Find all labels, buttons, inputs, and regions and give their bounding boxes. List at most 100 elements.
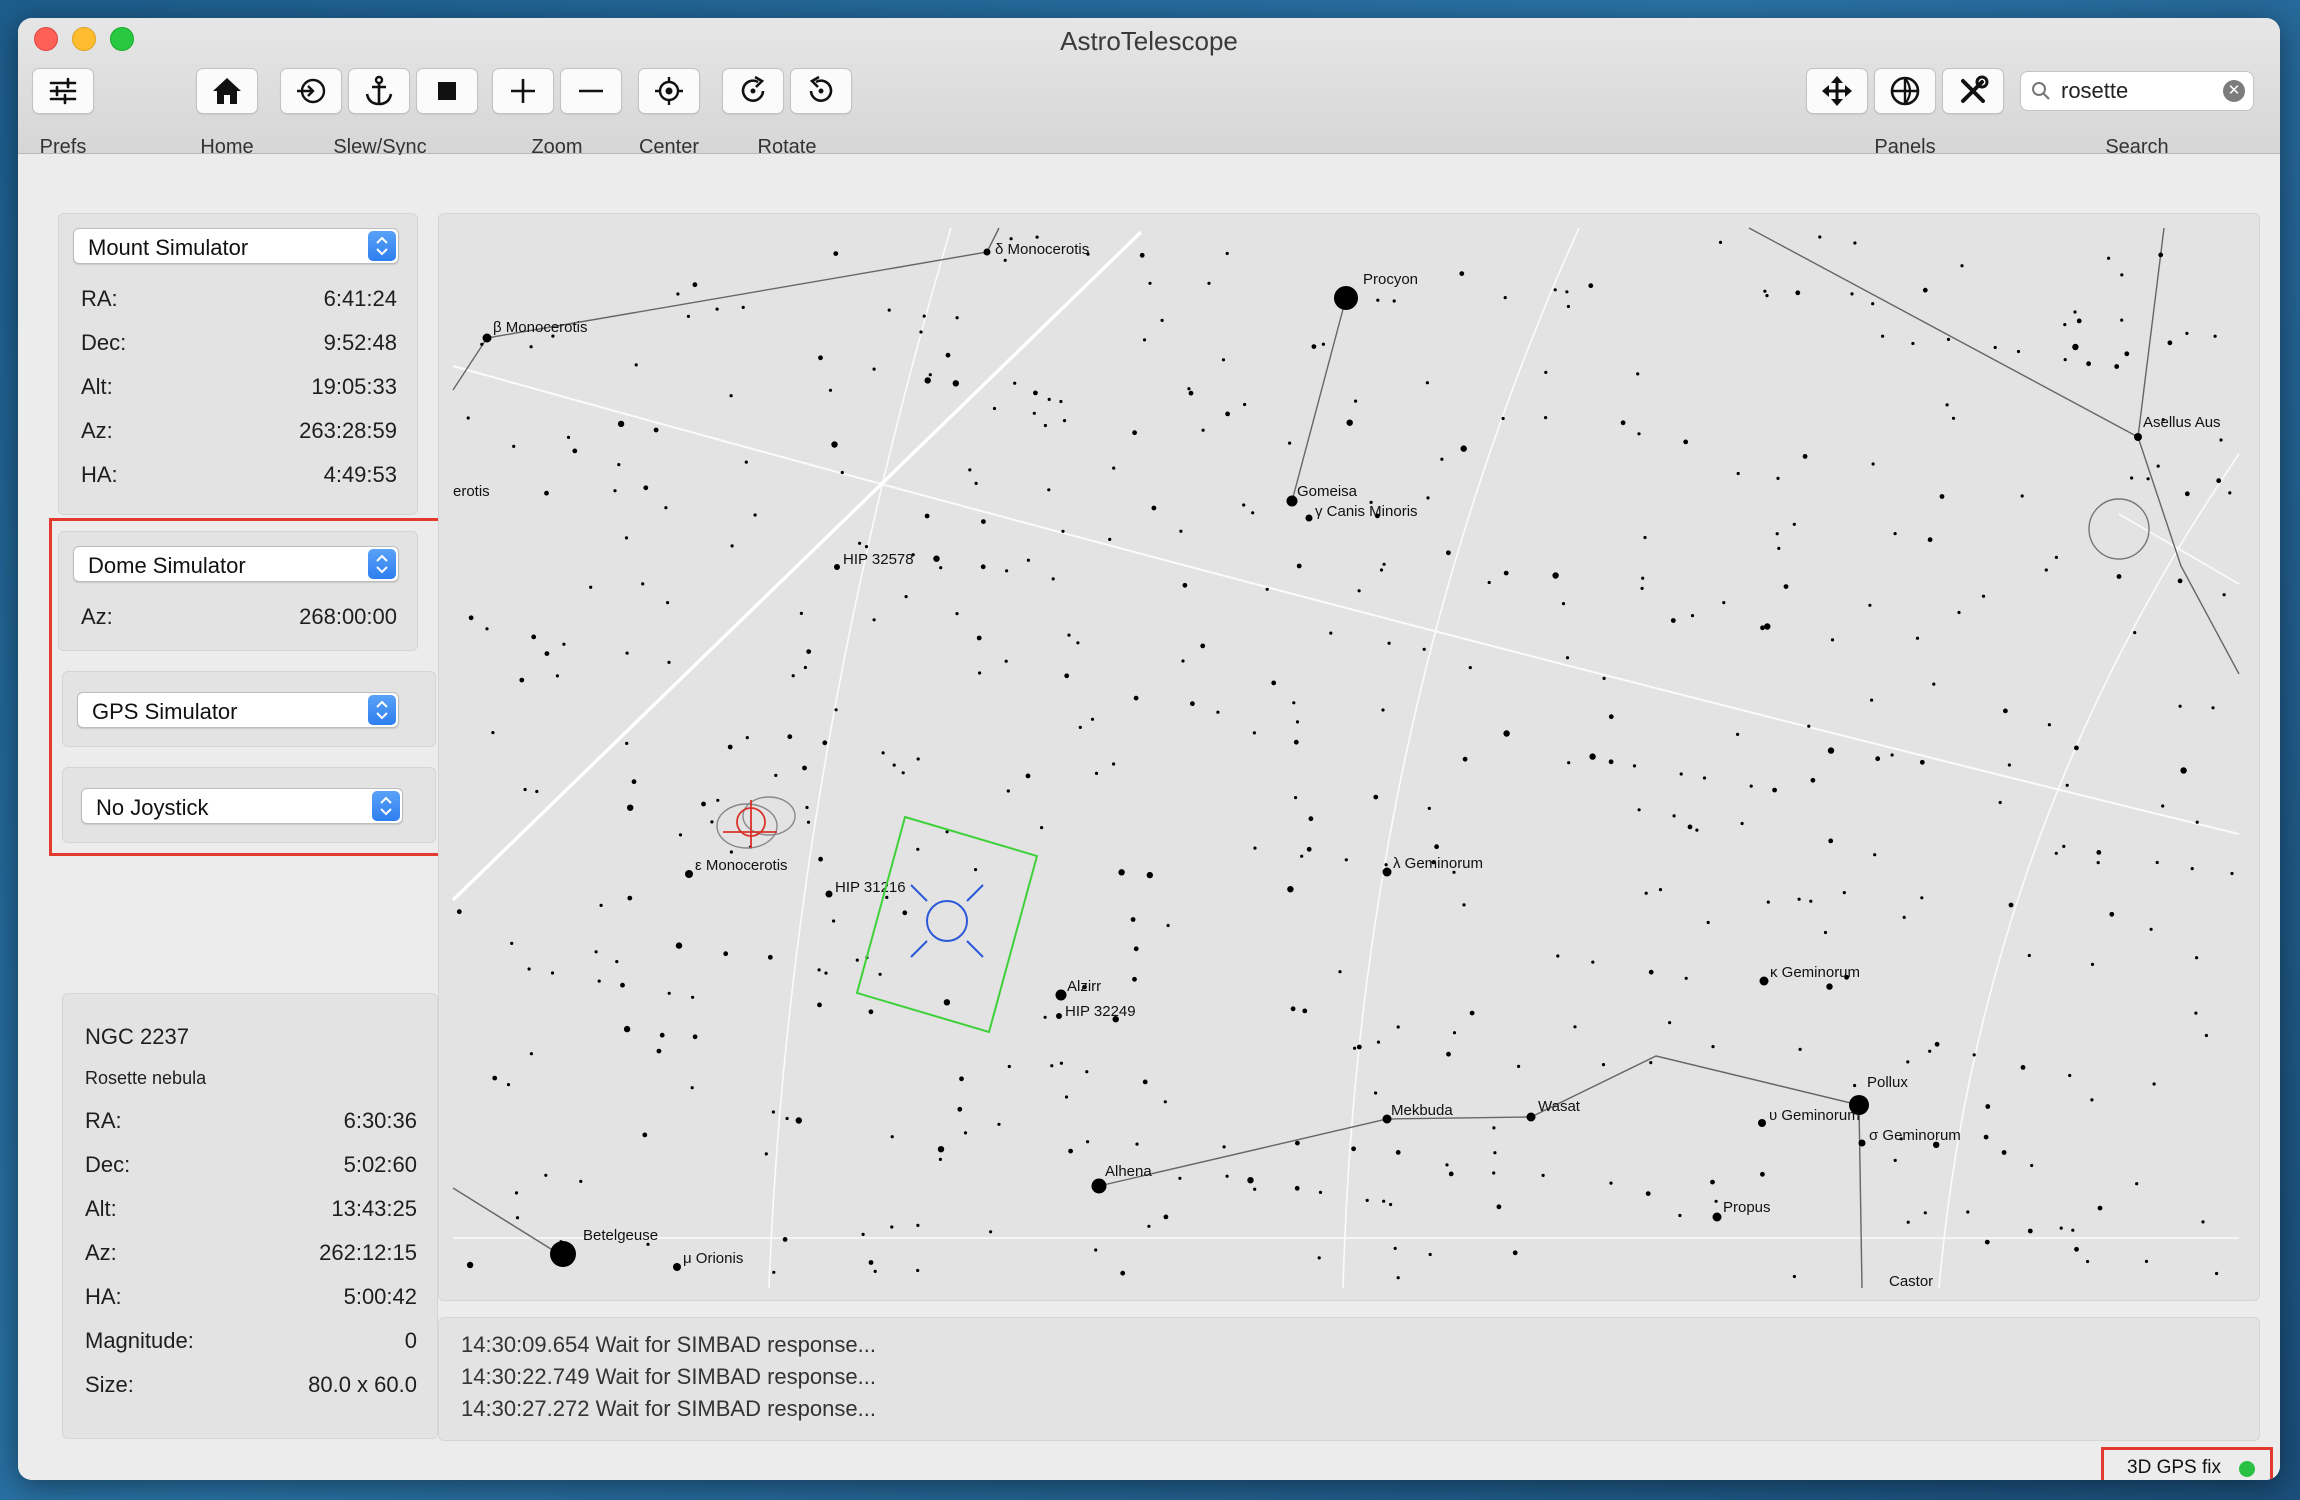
background-star xyxy=(868,1260,874,1265)
background-star xyxy=(686,314,690,318)
search-field[interactable]: rosette ✕ xyxy=(2020,71,2254,111)
background-star xyxy=(1160,318,1164,322)
background-star xyxy=(2228,491,2232,495)
background-star xyxy=(466,1261,474,1269)
background-star xyxy=(653,427,659,433)
rotate-ccw-button[interactable] xyxy=(790,68,852,114)
background-star xyxy=(787,734,793,740)
label-pollux: Pollux xyxy=(1867,1074,1908,1091)
background-star xyxy=(1373,794,1379,800)
background-star xyxy=(872,367,876,371)
background-star xyxy=(1300,854,1304,858)
background-star xyxy=(1927,537,1933,543)
background-star xyxy=(1090,717,1095,721)
background-star xyxy=(1772,787,1777,793)
background-star xyxy=(667,660,671,664)
stop-button[interactable] xyxy=(416,68,478,114)
background-star xyxy=(594,950,598,954)
background-star xyxy=(1365,1198,1369,1202)
background-star xyxy=(664,506,668,510)
background-star xyxy=(2086,1259,2090,1264)
background-star xyxy=(1311,344,1317,349)
zoom-in-button[interactable] xyxy=(492,68,554,114)
move-arrows-icon xyxy=(1822,76,1852,106)
background-star xyxy=(872,618,876,622)
background-star xyxy=(1722,601,1726,605)
background-star xyxy=(1902,915,1906,920)
background-star xyxy=(959,1076,964,1082)
background-star xyxy=(924,377,931,384)
background-star xyxy=(1710,1179,1715,1185)
star-chart[interactable]: Procyon δ Monocerotis β Monocerotis erot… xyxy=(439,214,2260,1301)
background-star xyxy=(1308,816,1314,822)
background-star xyxy=(491,731,495,735)
background-star xyxy=(1608,759,1614,765)
background-star xyxy=(1946,337,1951,341)
background-star xyxy=(1139,252,1145,258)
background-star xyxy=(1094,1248,1098,1252)
background-star xyxy=(1766,900,1770,904)
slew-button[interactable] xyxy=(280,68,342,114)
label-mekbuda: Mekbuda xyxy=(1391,1102,1453,1119)
background-star xyxy=(1151,505,1157,511)
background-star xyxy=(1351,1146,1356,1152)
background-star xyxy=(1389,1202,1393,1207)
rotate-cw-button[interactable] xyxy=(722,68,784,114)
background-star xyxy=(955,316,959,320)
zoom-out-button[interactable] xyxy=(560,68,622,114)
background-star xyxy=(642,1132,648,1138)
background-star xyxy=(955,612,959,616)
background-star xyxy=(1425,381,1429,385)
search-input[interactable]: rosette xyxy=(2061,78,2223,104)
background-star xyxy=(1890,753,1894,757)
background-star xyxy=(1934,1041,1940,1047)
background-star xyxy=(1200,643,1206,649)
slew-target-icon xyxy=(297,78,326,104)
background-star xyxy=(1670,618,1676,623)
background-star xyxy=(1112,466,1116,470)
center-button[interactable] xyxy=(638,68,700,114)
mount-device-select[interactable]: Mount Simulator xyxy=(73,228,399,264)
globe-panel-button[interactable] xyxy=(1874,68,1936,114)
background-star xyxy=(1059,1061,1063,1065)
move-panel-button[interactable] xyxy=(1806,68,1868,114)
log-line: 14:30:27.272 Wait for SIMBAD response... xyxy=(461,1396,876,1421)
sliders-icon xyxy=(49,77,77,105)
target-ha-row: HA: 5:00:42 xyxy=(85,1284,417,1309)
background-star xyxy=(1251,511,1255,515)
background-star xyxy=(666,601,670,605)
mount-az-row: Az: 263:28:59 xyxy=(81,418,397,443)
background-star xyxy=(456,909,462,915)
background-star xyxy=(1981,594,1986,598)
background-star xyxy=(1329,631,1333,635)
background-star xyxy=(2120,273,2124,277)
background-star xyxy=(2076,318,2082,324)
star-chart-panel[interactable]: Procyon δ Monocerotis β Monocerotis erot… xyxy=(438,213,2260,1301)
background-star xyxy=(2063,323,2067,327)
background-star xyxy=(834,708,838,712)
background-star xyxy=(1687,824,1693,830)
background-star xyxy=(767,954,773,960)
background-star xyxy=(1064,1095,1069,1099)
background-star xyxy=(1776,476,1780,480)
background-star xyxy=(1573,1025,1577,1029)
tools-panel-button[interactable] xyxy=(1942,68,2004,114)
background-star xyxy=(529,1052,533,1056)
background-star xyxy=(625,741,629,746)
background-star xyxy=(976,635,982,641)
background-star xyxy=(1695,828,1699,832)
background-star xyxy=(2185,331,2189,335)
home-button[interactable] xyxy=(196,68,258,114)
sync-button[interactable] xyxy=(348,68,410,114)
background-star xyxy=(1565,656,1570,660)
background-star xyxy=(1247,1177,1254,1184)
background-star xyxy=(1566,304,1570,309)
prefs-button[interactable] xyxy=(32,68,94,114)
toolbar: AstroTelescope Prefs Home Slew/Sync Zoom… xyxy=(18,18,2280,158)
background-star xyxy=(1395,1150,1401,1155)
background-star xyxy=(1881,334,1885,338)
background-star xyxy=(1760,1171,1765,1177)
background-star xyxy=(822,740,828,746)
clear-search-icon[interactable]: ✕ xyxy=(2223,80,2245,102)
background-star xyxy=(1637,432,1641,436)
